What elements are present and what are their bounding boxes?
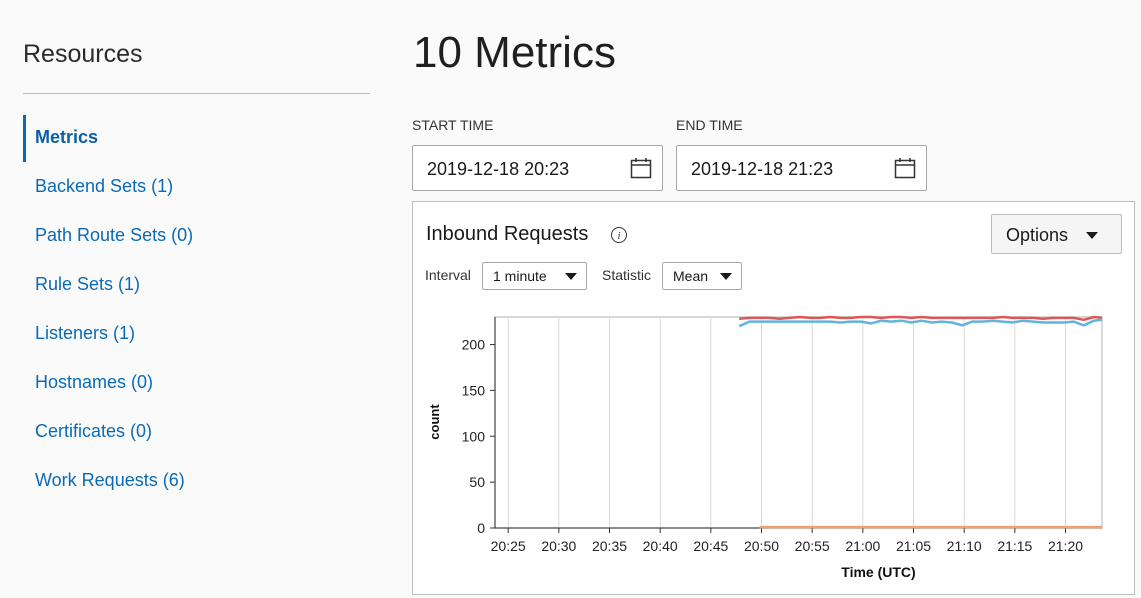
x-tick-label: 20:25	[491, 538, 526, 554]
resources-list: Metrics Backend Sets (1) Path Route Sets…	[23, 113, 370, 505]
chevron-down-icon	[565, 273, 577, 280]
y-tick-label: 50	[469, 474, 485, 490]
end-time-input[interactable]: 2019-12-18 21:23	[676, 145, 927, 191]
options-button[interactable]: Options	[991, 214, 1122, 254]
y-axis-title: count	[427, 404, 442, 440]
x-tick-label: 20:45	[693, 538, 728, 554]
start-time-value: 2019-12-18 20:23	[427, 159, 570, 179]
x-tick-label: 20:40	[643, 538, 678, 554]
x-tick-label: 20:55	[795, 538, 830, 554]
x-tick-label: 21:10	[947, 538, 982, 554]
resources-title: Resources	[23, 40, 143, 68]
x-tick-label: 21:15	[997, 538, 1032, 554]
y-tick-label: 0	[477, 520, 485, 536]
sidebar-item-rule-sets[interactable]: Rule Sets (1)	[23, 260, 370, 309]
y-tick-label: 150	[462, 382, 486, 398]
x-axis-title: Time (UTC)	[841, 564, 915, 580]
y-tick-label: 100	[462, 428, 486, 444]
y-tick-label: 200	[462, 337, 486, 353]
x-tick-label: 20:30	[541, 538, 576, 554]
page-title: 10 Metrics	[413, 28, 616, 77]
info-icon[interactable]: i	[611, 227, 627, 243]
x-tick-label: 20:50	[744, 538, 779, 554]
start-time-input[interactable]: 2019-12-18 20:23	[412, 145, 663, 191]
calendar-icon[interactable]	[630, 157, 652, 179]
x-tick-label: 21:00	[845, 538, 880, 554]
sidebar-item-path-route-sets[interactable]: Path Route Sets (0)	[23, 211, 370, 260]
statistic-value: Mean	[673, 268, 709, 284]
chart-title: Inbound Requests	[426, 223, 589, 245]
x-tick-label: 21:20	[1048, 538, 1083, 554]
interval-label: Interval	[425, 267, 471, 283]
end-time-value: 2019-12-18 21:23	[691, 159, 834, 179]
chevron-down-icon	[720, 273, 732, 280]
sidebar-item-certificates[interactable]: Certificates (0)	[23, 407, 370, 456]
interval-value: 1 minute	[493, 268, 547, 284]
sidebar-item-listeners[interactable]: Listeners (1)	[23, 309, 370, 358]
sidebar-item-hostnames[interactable]: Hostnames (0)	[23, 358, 370, 407]
inbound-requests-chart: 20:25 20:30 20:35 20:40 20:45 20:50 20:55 21:00…	[427, 315, 1103, 580]
sidebar-item-metrics[interactable]: Metrics	[23, 113, 370, 162]
divider	[23, 93, 370, 94]
x-tick-label: 21:05	[896, 538, 931, 554]
chevron-down-icon	[1086, 232, 1098, 239]
options-label: Options	[1006, 225, 1069, 245]
inbound-requests-panel: 20:25 20:30 20:35 20:40 20:45 20:50 20:55 21:00…	[412, 201, 1135, 595]
statistic-label: Statistic	[602, 267, 652, 283]
plot-area	[494, 316, 1103, 529]
start-time-label: START TIME	[412, 117, 494, 133]
calendar-icon[interactable]	[894, 157, 916, 179]
sidebar-item-backend-sets[interactable]: Backend Sets (1)	[23, 162, 370, 211]
sidebar-item-work-requests[interactable]: Work Requests (6)	[23, 456, 370, 505]
end-time-label: END TIME	[676, 117, 743, 133]
interval-select[interactable]: 1 minute	[482, 262, 587, 290]
x-tick-label: 20:35	[592, 538, 627, 554]
statistic-select[interactable]: Mean	[662, 262, 742, 290]
